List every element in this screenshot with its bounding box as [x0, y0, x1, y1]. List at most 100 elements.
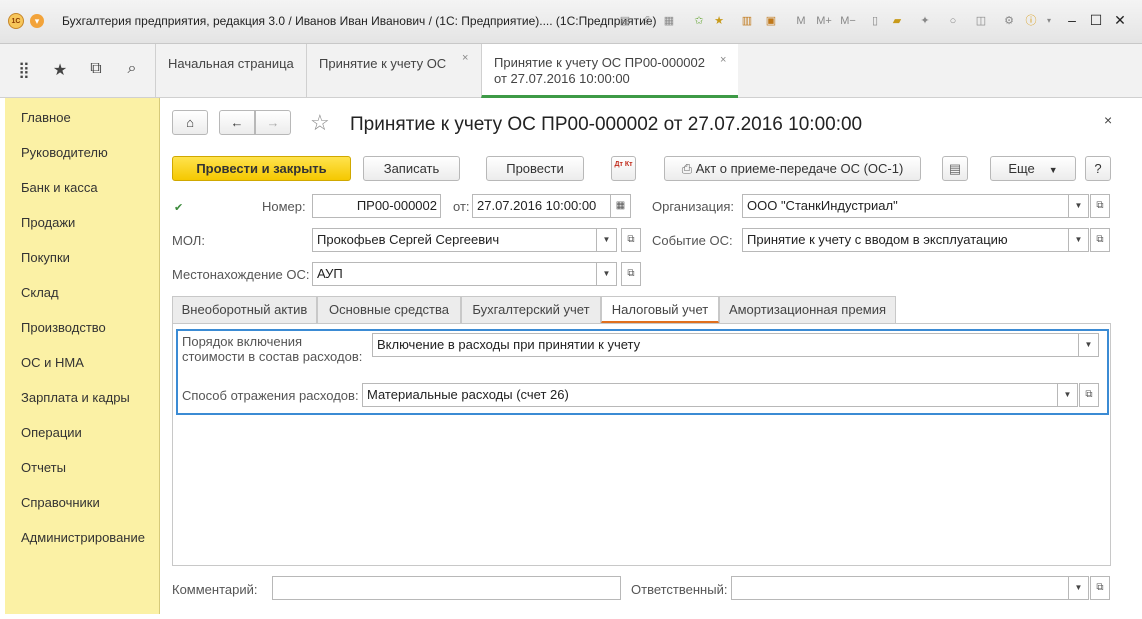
comment-field[interactable]	[272, 576, 621, 600]
save-icon[interactable]: ▤	[618, 14, 632, 28]
sidebar-item-bank[interactable]: Банк и касса	[21, 180, 98, 195]
sidebar-item-operations[interactable]: Операции	[21, 425, 82, 440]
event-dropdown-icon[interactable]: ▼	[1069, 228, 1089, 252]
act-os1-label: Акт о приеме-передаче ОС (ОС-1)	[695, 161, 904, 176]
zoom-icon[interactable]: ○	[946, 14, 960, 28]
posted-status-icon: ✔	[174, 202, 184, 214]
memory-plus-icon[interactable]: M+	[814, 14, 834, 28]
sidebar-item-purchases[interactable]: Покупки	[21, 250, 70, 265]
layout-icon[interactable]: ◫	[974, 14, 988, 28]
sidebar-item-reports[interactable]: Отчеты	[21, 460, 66, 475]
act-os1-button[interactable]: ⎙ Акт о приеме-передаче ОС (ОС-1)	[664, 156, 921, 181]
tab-accounting[interactable]: Бухгалтерский учет	[461, 296, 601, 323]
calendar-icon[interactable]: ▦	[611, 194, 631, 218]
calendar-icon[interactable]: ▣	[764, 14, 778, 28]
event-field[interactable]: Принятие к учету с вводом в эксплуатацию	[742, 228, 1069, 252]
organization-open-icon[interactable]: ⧉	[1090, 194, 1110, 218]
sidebar-item-production[interactable]: Производство	[21, 320, 106, 335]
back-button[interactable]: ←	[219, 110, 255, 135]
save-button[interactable]: Записать	[363, 156, 460, 181]
close-form-icon[interactable]: ×	[1104, 112, 1112, 128]
memory-m-icon[interactable]: M	[794, 14, 808, 28]
history-icon[interactable]: ⧉	[84, 60, 108, 82]
app-logo: 1С	[8, 13, 24, 29]
more-label: Еще	[1008, 161, 1035, 176]
favorites-icon[interactable]: ✩	[692, 14, 706, 28]
sidebar-item-references[interactable]: Справочники	[21, 495, 100, 510]
more-button[interactable]: Еще ▼	[990, 156, 1076, 181]
favorite-star-icon[interactable]: ☆	[310, 110, 330, 136]
number-field[interactable]: ПР00-000002	[312, 194, 441, 218]
sidebar-item-salary[interactable]: Зарплата и кадры	[21, 390, 130, 405]
expense-method-dropdown-icon[interactable]: ▼	[1058, 383, 1078, 407]
tab-noncurrent-asset[interactable]: Внеоборотный актив	[172, 296, 317, 323]
sidebar-item-sales[interactable]: Продажи	[21, 215, 75, 230]
favorite-star-icon[interactable]: ★	[712, 14, 726, 28]
info-icon[interactable]: ⓘ	[1024, 14, 1038, 28]
location-dropdown-icon[interactable]: ▼	[597, 262, 617, 286]
memory-minus-icon[interactable]: M−	[838, 14, 858, 28]
expense-order-label-line2: стоимости в состав расходов:	[182, 349, 363, 364]
responsible-open-icon[interactable]: ⧉	[1090, 576, 1110, 600]
tab-os-acceptance-list[interactable]: Принятие к учету ОС ×	[306, 44, 481, 98]
tab-label-line1: Принятие к учету ОС ПР00-000002	[494, 55, 705, 70]
help-button[interactable]: ?	[1085, 156, 1111, 181]
expense-method-label: Способ отражения расходов:	[182, 388, 359, 403]
info-menu-icon[interactable]: ▾	[1042, 14, 1056, 28]
search-icon[interactable]: ⌕	[120, 60, 144, 82]
settings-icon[interactable]: ⚙	[1002, 14, 1016, 28]
sidebar-item-administration[interactable]: Администрирование	[21, 530, 145, 545]
document-form: ⌂ ← → ☆ Принятие к учету ОС ПР00-000002 …	[160, 98, 1132, 614]
new-document-icon[interactable]: ▯	[868, 14, 882, 28]
expense-order-label-line1: Порядок включения	[182, 334, 303, 349]
responsible-field[interactable]	[731, 576, 1069, 600]
mol-field[interactable]: Прокофьев Сергей Сергеевич	[312, 228, 597, 252]
dt-kt-icon: Дт Кт	[614, 161, 633, 168]
expense-method-field[interactable]: Материальные расходы (счет 26)	[362, 383, 1058, 407]
folder-icon[interactable]: ▰	[890, 14, 904, 28]
tab-depreciation-bonus[interactable]: Амортизационная премия	[719, 296, 896, 323]
organization-field[interactable]: ООО "СтанкИндустриал"	[742, 194, 1069, 218]
post-button[interactable]: Провести	[486, 156, 584, 181]
pin-icon[interactable]: ✦	[918, 14, 932, 28]
comment-label: Комментарий:	[172, 582, 258, 597]
tab-os-acceptance-document[interactable]: Принятие к учету ОС ПР00-000002 от 27.07…	[481, 44, 738, 98]
apps-grid-icon[interactable]: ⣿	[12, 60, 36, 82]
dt-kt-button[interactable]: Дт Кт	[611, 156, 636, 181]
maximize-icon[interactable]: ☐	[1086, 12, 1106, 29]
organization-dropdown-icon[interactable]: ▼	[1069, 194, 1089, 218]
home-button[interactable]: ⌂	[172, 110, 208, 135]
print-icon[interactable]: ⎙	[640, 14, 654, 28]
report-icon[interactable]: ▤	[942, 156, 968, 181]
favorites-star-icon[interactable]: ★	[48, 60, 72, 82]
tab-start-page[interactable]: Начальная страница	[155, 44, 306, 98]
close-window-icon[interactable]: ✕	[1110, 12, 1130, 29]
location-open-icon[interactable]: ⧉	[621, 262, 641, 286]
sidebar-item-fixed-assets[interactable]: ОС и НМА	[21, 355, 84, 370]
mol-open-icon[interactable]: ⧉	[621, 228, 641, 252]
sidebar-item-main[interactable]: Главное	[21, 110, 71, 125]
tab-fixed-assets[interactable]: Основные средства	[317, 296, 461, 323]
tab-close-icon[interactable]: ×	[462, 52, 468, 64]
tab-tax-accounting[interactable]: Налоговый учет	[601, 296, 719, 323]
expense-method-open-icon[interactable]: ⧉	[1079, 383, 1099, 407]
expense-order-dropdown-icon[interactable]: ▼	[1079, 333, 1099, 357]
main-menu-icon[interactable]: ▾	[30, 14, 44, 28]
forward-button[interactable]: →	[255, 110, 291, 135]
calculator-icon[interactable]: ▥	[740, 14, 754, 28]
date-field[interactable]: 27.07.2016 10:00:00	[472, 194, 611, 218]
sidebar-item-warehouse[interactable]: Склад	[21, 285, 59, 300]
event-label: Событие ОС:	[652, 233, 733, 248]
tab-close-icon[interactable]: ×	[720, 52, 726, 68]
location-field[interactable]: АУП	[312, 262, 597, 286]
preview-icon[interactable]: ▦	[662, 14, 676, 28]
tab-label-line2: от 27.07.2016 10:00:00	[494, 71, 630, 86]
responsible-dropdown-icon[interactable]: ▼	[1069, 576, 1089, 600]
chevron-down-icon: ▼	[1048, 165, 1058, 175]
minimize-icon[interactable]: –	[1062, 12, 1082, 28]
event-open-icon[interactable]: ⧉	[1090, 228, 1110, 252]
mol-dropdown-icon[interactable]: ▼	[597, 228, 617, 252]
post-and-close-button[interactable]: Провести и закрыть	[172, 156, 351, 181]
expense-order-field[interactable]: Включение в расходы при принятии к учету	[372, 333, 1079, 357]
sidebar-item-management[interactable]: Руководителю	[21, 145, 108, 160]
